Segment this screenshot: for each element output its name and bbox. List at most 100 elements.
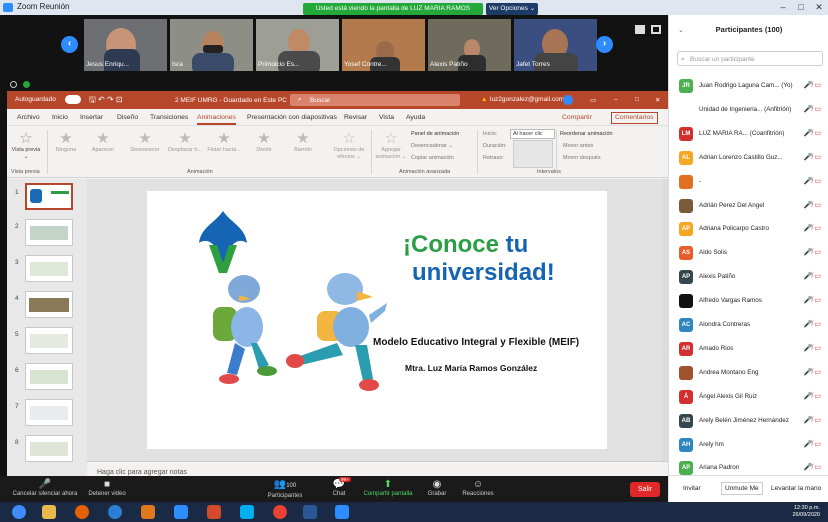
participant-row[interactable]: JR Juan Rodrigo Laguna Cam... (Yo) 🎤̸ ▭	[669, 75, 828, 98]
office-icon[interactable]	[141, 505, 155, 519]
participant-row[interactable]: AR Amado Rios 🎤̸ ▭	[669, 338, 828, 361]
tab-diseno[interactable]: Diseño	[117, 114, 138, 121]
firefox-icon[interactable]	[75, 505, 89, 519]
participant-row[interactable]: Á Ángel Alexis Gil Ruiz 🎤̸ ▭	[669, 386, 828, 409]
participant-row[interactable]: Alfredo Vargas Ramos 🎤̸ ▭	[669, 290, 828, 313]
video-tile[interactable]: Jesus Enriqu...	[84, 19, 167, 71]
ppt-minimize-icon[interactable]: –	[614, 96, 618, 103]
video-tile[interactable]: Isra	[170, 19, 253, 71]
view-options-button[interactable]: Ver Opciones ⌄	[486, 3, 538, 15]
effect-desplazar[interactable]: ★ Desplazar h...	[168, 131, 202, 154]
effect-barrido[interactable]: ★ Barrido	[286, 131, 320, 154]
slide-thumbnail[interactable]	[25, 327, 73, 354]
participant-row[interactable]: AP Alexis Patiño 🎤̸ ▭	[669, 266, 828, 289]
slide-thumbnail[interactable]	[25, 363, 73, 390]
effect-ninguna[interactable]: ★ Ninguna	[49, 131, 83, 154]
tab-vista[interactable]: Vista	[379, 114, 394, 121]
video-tile[interactable]: Jafet Torres	[514, 19, 597, 71]
tab-revisar[interactable]: Revisar	[344, 114, 367, 121]
unmute-me-button[interactable]: Unmute Me	[721, 482, 763, 495]
participant-row[interactable]: - 🎤̸ ▭	[669, 171, 828, 194]
slide-thumbnail[interactable]	[25, 255, 73, 282]
animation-panel-button[interactable]: Panel de animación	[411, 131, 459, 137]
zoom-meeting-icon[interactable]	[335, 505, 349, 519]
effect-options-button[interactable]: ☆ Opciones de efectos ⌄	[329, 131, 369, 161]
participant-row[interactable]: AP Adriana Policarpo Castro 🎤̸ ▭	[669, 218, 828, 241]
effect-flotar[interactable]: ★ Flotar hacia...	[207, 131, 241, 154]
participant-row[interactable]: AC Alondra Contreras 🎤̸ ▭	[669, 314, 828, 337]
ppt-search-box[interactable]: ⌕ Buscar	[290, 94, 460, 106]
skype-icon[interactable]	[240, 505, 254, 519]
quick-access-icons[interactable]: 🖫 ↶ ↷ ⊡	[89, 94, 123, 108]
participant-row[interactable]: AH Arely hm 🎤̸ ▭	[669, 434, 828, 457]
move-later-button[interactable]: Mover después	[563, 155, 601, 161]
tab-inicio[interactable]: Inicio	[52, 114, 68, 121]
video-tile[interactable]: Primoicio Es...	[256, 19, 339, 71]
video-tile[interactable]: Yosef Contre...	[342, 19, 425, 71]
tab-presentacion[interactable]: Presentación con diapositivas	[247, 114, 337, 121]
security-shield-icon[interactable]	[23, 81, 30, 88]
current-slide[interactable]: ¡Conoce tu universidad! Modelo Educativo…	[147, 191, 607, 449]
system-clock[interactable]: 12:30 p.m. 26/09/2020	[792, 505, 820, 519]
video-tile[interactable]: Alexis Patiño	[428, 19, 511, 71]
participants-button[interactable]: 👥100 Participantes	[262, 478, 308, 499]
timing-inputs[interactable]	[513, 140, 553, 168]
comments-button[interactable]: Comentarios	[611, 112, 658, 124]
share-button[interactable]: Compartir	[562, 114, 592, 121]
slide-thumbnail[interactable]	[25, 183, 73, 210]
gallery-view-icon[interactable]	[635, 25, 645, 34]
ppt-maximize-icon[interactable]: □	[635, 96, 639, 103]
effect-aparecer[interactable]: ★ Aparecer	[86, 131, 120, 154]
start-select[interactable]: Al hacer clic	[510, 129, 555, 139]
word-icon[interactable]	[303, 505, 317, 519]
record-button[interactable]: ◉ Grabar	[424, 478, 450, 497]
preview-button[interactable]: ☆ Vista previa ⌄	[9, 131, 43, 161]
maximize-button[interactable]: □	[792, 0, 810, 14]
ppt-close-icon[interactable]: ✕	[655, 96, 660, 104]
participant-row[interactable]: Andrea Montano Eng 🎤̸ ▭	[669, 362, 828, 385]
effect-desvanecer[interactable]: ★ Desvanecer	[128, 131, 162, 154]
zoom-taskbar-icon[interactable]	[174, 505, 188, 519]
participant-search-input[interactable]: ⌕ Buscar un participante	[677, 51, 823, 66]
reactions-button[interactable]: ☺ Reacciones	[460, 478, 496, 497]
tab-ayuda[interactable]: Ayuda	[406, 114, 425, 121]
tab-archivo[interactable]: Archivo	[17, 114, 40, 121]
tab-animaciones[interactable]: Animaciones	[197, 114, 236, 125]
stop-video-button[interactable]: ■ Detener video	[84, 478, 130, 497]
tab-transiciones[interactable]: Transiciones	[150, 114, 188, 121]
next-page-arrow-icon[interactable]: ›	[596, 36, 613, 53]
autosave-toggle[interactable]	[65, 95, 81, 104]
prev-page-arrow-icon[interactable]: ‹	[61, 36, 78, 53]
fullscreen-icon[interactable]	[651, 25, 661, 34]
minimize-button[interactable]: –	[774, 0, 792, 14]
ribbon-display-icon[interactable]: ▭	[590, 96, 596, 104]
add-animation-button[interactable]: ☆ Agregar animación ⌄	[373, 131, 409, 161]
chat-button[interactable]: 💬 Chat 99+	[326, 477, 352, 497]
raise-hand-button[interactable]: Levantar la mano	[771, 485, 821, 492]
slide-thumbnail[interactable]	[25, 435, 73, 462]
participant-row[interactable]: AL Adrian Lorenzo Castillo Guz... 🎤̸ ▭	[669, 147, 828, 170]
chrome-icon[interactable]	[273, 505, 287, 519]
slide-thumbnail[interactable]	[25, 219, 73, 246]
participant-row[interactable]: AB Arely Belén Jiménez Hernández 🎤̸ ▭	[669, 410, 828, 433]
copy-animation-button[interactable]: Copiar animación	[411, 155, 454, 161]
tab-insertar[interactable]: Insertar	[80, 114, 103, 121]
invite-button[interactable]: Invitar	[683, 485, 701, 492]
slide-thumbnail[interactable]	[25, 291, 73, 318]
trigger-button[interactable]: Desencadenar ⌄	[411, 143, 453, 149]
participant-row[interactable]: Unidad de Ingenieria... (Anfitrión) 🎤̸ ▭	[669, 99, 828, 122]
move-earlier-button[interactable]: Mover antes	[563, 143, 593, 149]
mute-button[interactable]: 🎤 Cancelar silenciar ahora	[10, 478, 80, 497]
participant-row[interactable]: Adrián Perez Del Angel 🎤̸ ▭	[669, 195, 828, 218]
close-window-button[interactable]: ✕	[810, 0, 828, 14]
powerpoint-taskbar-icon[interactable]	[207, 505, 221, 519]
slide-thumbnail[interactable]	[25, 399, 73, 426]
participant-row[interactable]: LM LUZ MARIA RA... (Coanfitrión) 🎤̸ ▭	[669, 123, 828, 146]
participant-row[interactable]: AS Aldo Solis 🎤̸ ▭	[669, 242, 828, 265]
share-screen-button[interactable]: ⬆ Compartir pantalla	[360, 478, 416, 497]
user-avatar[interactable]	[563, 95, 573, 105]
effect-dividir[interactable]: ★ Dividir	[247, 131, 281, 154]
leave-button[interactable]: Salir	[630, 482, 660, 497]
edge-icon[interactable]	[108, 505, 122, 519]
start-button-icon[interactable]	[12, 505, 26, 519]
